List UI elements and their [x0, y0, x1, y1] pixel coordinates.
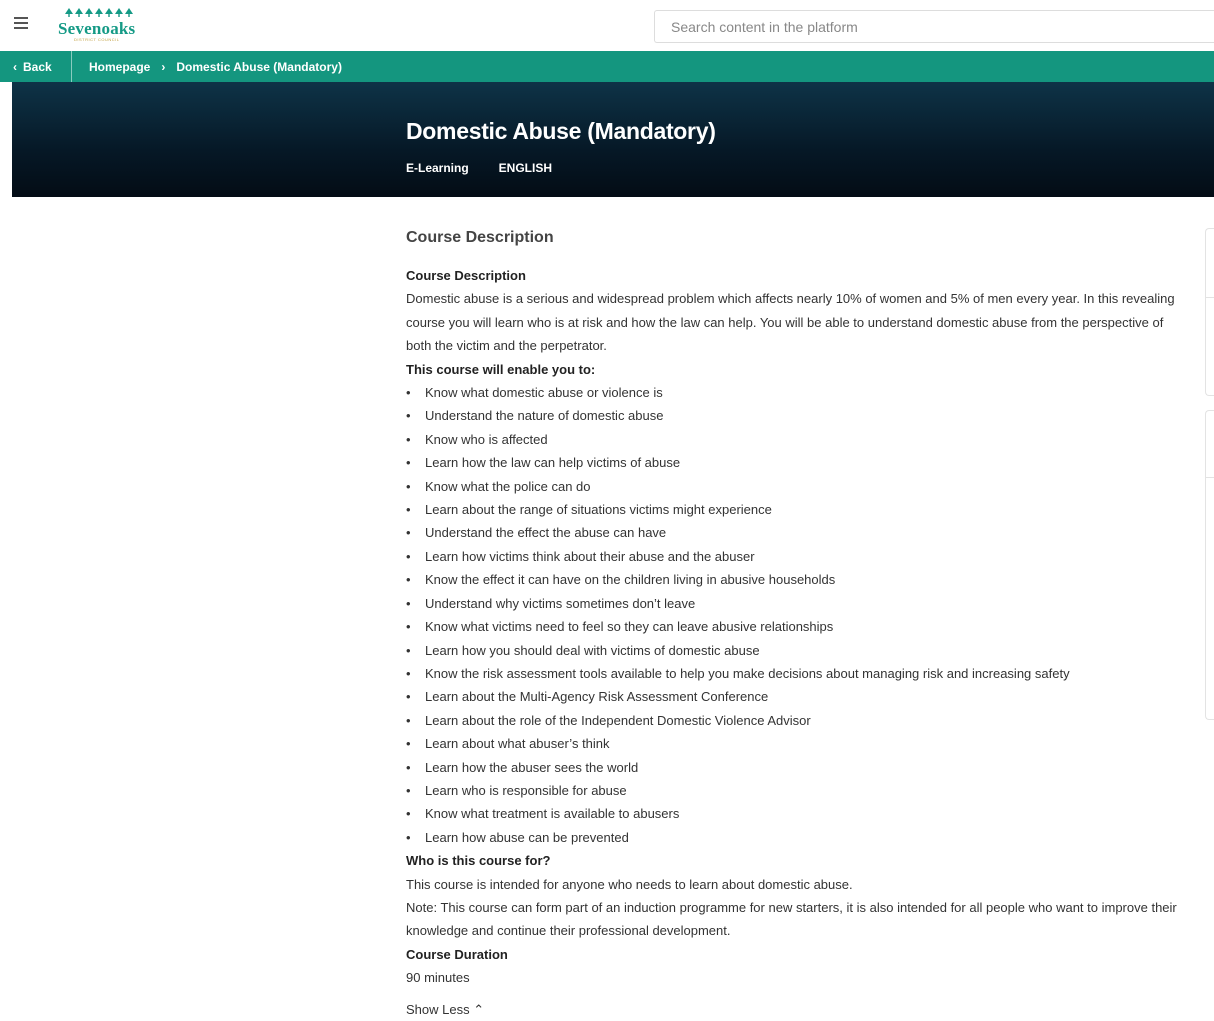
list-item: Learn about the role of the Independent … [406, 709, 1186, 733]
description-text: Domestic abuse is a serious and widespre… [406, 291, 1175, 354]
objectives-list: Know what domestic abuse or violence is … [406, 381, 1186, 850]
show-less-link[interactable]: Show Less ⌃ [406, 998, 1186, 1021]
list-item: Learn how the abuser sees the world [406, 756, 1186, 780]
list-item: Know the effect it can have on the child… [406, 568, 1186, 592]
audience-heading: Who is this course for? [406, 853, 551, 869]
breadcrumb-item-homepage[interactable]: Homepage [89, 60, 150, 74]
list-item: Know the risk assessment tools available… [406, 662, 1186, 686]
logo-subtext: DISTRICT COUNCIL [74, 37, 120, 42]
course-hero-banner: Domestic Abuse (Mandatory) E-Learning EN… [12, 82, 1214, 197]
section-title: Course Description [406, 229, 554, 246]
breadcrumb-item-current[interactable]: Domestic Abuse (Mandatory) [176, 60, 342, 74]
breadcrumb: Homepage › Domestic Abuse (Mandatory) [89, 51, 342, 82]
course-language: ENGLISH [498, 161, 553, 175]
audience-text: This course is intended for anyone who n… [406, 876, 853, 892]
list-item: Learn about the range of situations vict… [406, 498, 1186, 522]
list-item: Learn how you should deal with victims o… [406, 639, 1186, 663]
list-item: Know who is affected [406, 428, 1186, 452]
side-card-top [1205, 228, 1214, 396]
list-item: Learn how the law can help victims of ab… [406, 451, 1186, 475]
list-item: Learn who is responsible for abuse [406, 779, 1186, 803]
top-bar: Sevenoaks DISTRICT COUNCIL [0, 0, 1214, 51]
list-item: Know what domestic abuse or violence is [406, 381, 1186, 405]
duration-heading: Course Duration [406, 946, 508, 962]
list-item: Know what victims need to feel so they c… [406, 615, 1186, 639]
duration-value: 90 minutes [406, 970, 470, 986]
divider [1206, 297, 1214, 298]
back-label: Back [23, 59, 52, 74]
list-item: Know what treatment is available to abus… [406, 802, 1186, 826]
list-item: Understand why victims sometimes don’t l… [406, 592, 1186, 616]
sevenoaks-logo[interactable]: Sevenoaks DISTRICT COUNCIL [58, 8, 148, 44]
logo-trees-icon [65, 8, 133, 17]
chevron-left-icon: ‹ [13, 59, 17, 74]
course-type: E-Learning [406, 161, 469, 175]
course-description-section: Course Description Course Description Do… [406, 228, 1186, 1021]
back-button[interactable]: ‹ Back [0, 51, 72, 82]
search-input[interactable] [654, 10, 1214, 43]
menu-icon[interactable] [14, 17, 28, 29]
list-item: Learn about the Multi-Agency Risk Assess… [406, 685, 1186, 709]
side-card-bottom [1205, 410, 1214, 720]
list-item: Learn how abuse can be prevented [406, 826, 1186, 850]
list-item: Understand the nature of domestic abuse [406, 404, 1186, 428]
list-item: Learn how victims think about their abus… [406, 545, 1186, 569]
page-title: Domestic Abuse (Mandatory) [406, 118, 716, 144]
divider [1206, 477, 1214, 478]
chevron-right-icon: › [161, 59, 166, 74]
logo-wordmark: Sevenoaks [58, 19, 136, 38]
list-item: Know what the police can do [406, 475, 1186, 499]
chevron-up-icon: ⌃ [473, 1001, 485, 1017]
show-less-label: Show Less [406, 1001, 470, 1017]
note-text: Note: This course can form part of an in… [406, 899, 1177, 939]
description-heading: Course Description [406, 268, 526, 283]
list-item: Understand the effect the abuse can have [406, 521, 1186, 545]
breadcrumb-bar: ‹ Back Homepage › Domestic Abuse (Mandat… [0, 51, 1214, 82]
list-item: Learn about what abuser’s think [406, 732, 1186, 756]
objectives-heading: This course will enable you to: [406, 361, 596, 377]
course-meta: E-Learning ENGLISH [406, 161, 552, 175]
